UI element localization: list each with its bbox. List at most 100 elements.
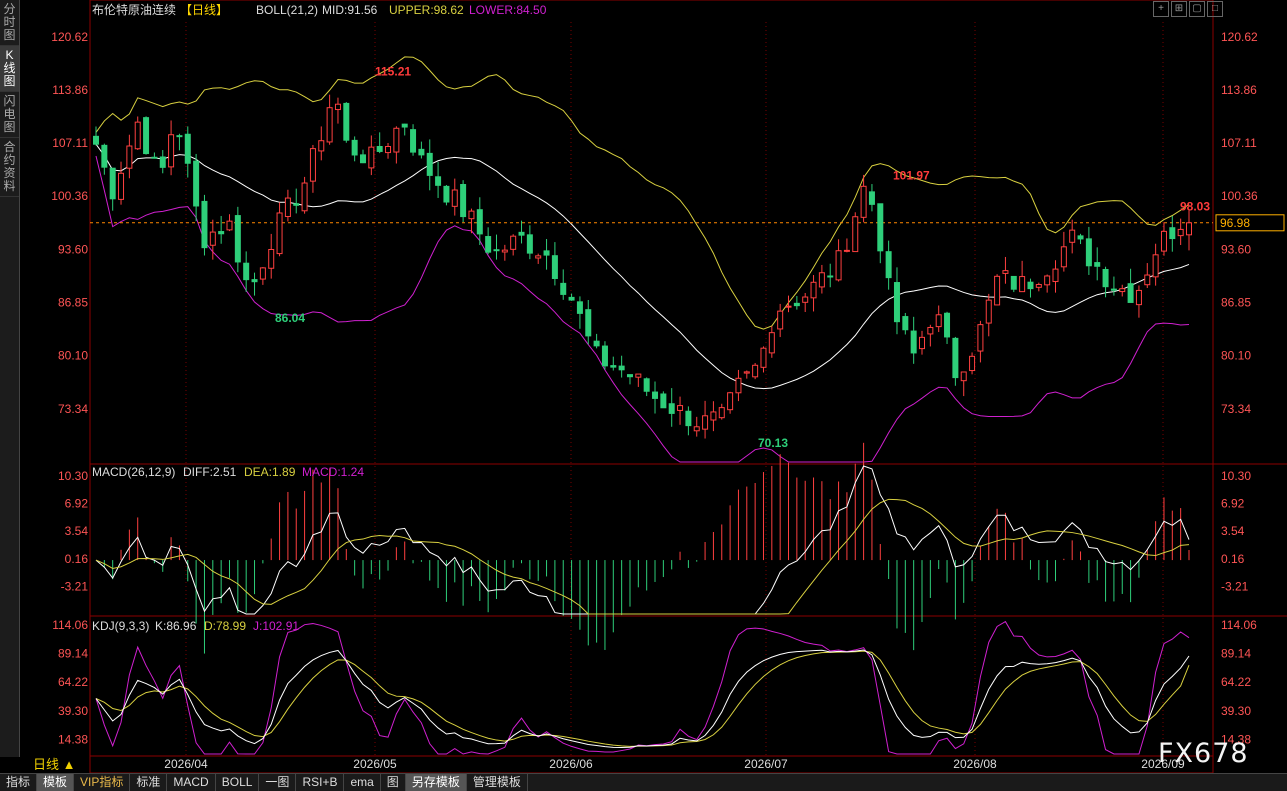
candle-body-14 — [209, 231, 216, 246]
candle-body-45 — [468, 210, 475, 220]
candle-body-49 — [501, 249, 508, 253]
candle-body-100 — [927, 326, 934, 335]
candle-body-81 — [768, 332, 775, 354]
macd-ytick-right-1: 6.92 — [1221, 496, 1245, 510]
candle-body-4 — [126, 145, 133, 169]
main-title-period: 【日线】 — [180, 3, 228, 17]
main-ytick-left-7: 73.34 — [58, 402, 88, 416]
candle-body-60 — [593, 340, 600, 347]
bottom-tab-11[interactable]: 管理模板 — [467, 774, 528, 791]
bottom-toolbar: 指标 模板 VIP指标 标准 MACD BOLL 一图 RSI+B ema 图另存模板 管理模板 — [0, 773, 1287, 791]
window-controls: + ⊞ ▢ □ — [1153, 1, 1223, 17]
candle-body-66 — [643, 378, 650, 392]
bottom-tab-8[interactable]: ema — [344, 774, 381, 791]
xtick-3: 2026/07 — [744, 757, 788, 771]
macd-ytick-left-3: 0.16 — [65, 552, 89, 566]
candle-body-5 — [134, 121, 141, 150]
chart-canvas: 96.98 115.21 86.04 101.97 70.13 98.03 120.62 1… — [51, 0, 1287, 773]
candle-body-53 — [535, 255, 542, 259]
candle-body-42 — [443, 185, 450, 203]
candle-body-114 — [1044, 275, 1051, 286]
xtick-1: 2026/05 — [353, 757, 397, 771]
candle-body-73 — [702, 415, 709, 430]
candle-body-33 — [368, 146, 375, 169]
main-ytick-left-5: 86.85 — [58, 296, 88, 310]
bottom-tab-10[interactable]: 另存模板 — [405, 774, 467, 791]
bottom-tab-1[interactable]: 模板 — [37, 774, 75, 791]
candle-body-8 — [159, 156, 166, 168]
candle-body-20 — [259, 267, 266, 280]
bottom-tab-5[interactable]: BOLL — [216, 774, 260, 791]
candle-body-63 — [618, 365, 625, 371]
candle-body-39 — [418, 148, 425, 156]
candle-body-21 — [268, 249, 275, 269]
candle-body-65 — [635, 373, 642, 378]
candle-body-87 — [818, 272, 825, 288]
candle-body-61 — [601, 345, 608, 367]
bottom-tab-2[interactable]: VIP指标 — [74, 774, 131, 791]
macd-ytick-right-3: 0.16 — [1221, 552, 1245, 566]
candle-body-91 — [852, 216, 859, 253]
candle-body-109 — [1002, 270, 1009, 274]
kdj-title: KDJ(9,3,3) — [92, 619, 149, 633]
candle-body-0 — [93, 135, 99, 145]
candle-body-124 — [1127, 283, 1134, 303]
window-control-3[interactable]: □ — [1207, 1, 1223, 17]
bottom-tab-4[interactable]: MACD — [167, 774, 216, 791]
candle-body-16 — [226, 220, 233, 231]
candle-body-127 — [1152, 254, 1159, 278]
candle-body-69 — [668, 403, 675, 414]
candle-body-57 — [568, 296, 575, 301]
macd-value: MACD:1.24 — [302, 465, 364, 479]
candle-body-92 — [860, 185, 867, 218]
bottom-tab-7[interactable]: RSI+B — [296, 774, 345, 791]
annotation-0: 115.21 — [375, 64, 411, 78]
candle-body-88 — [827, 275, 834, 278]
candle-body-103 — [952, 337, 959, 379]
candle-body-58 — [576, 301, 583, 314]
candle-body-115 — [1052, 268, 1059, 283]
main-ytick-left-2: 107.11 — [52, 136, 88, 150]
macd-ytick-left-0: 10.30 — [58, 469, 88, 483]
xtick-4: 2026/08 — [953, 757, 997, 771]
candle-body-76 — [727, 392, 734, 411]
macd-ytick-right-2: 3.54 — [1221, 524, 1245, 538]
candle-body-40 — [426, 152, 433, 176]
kdj-j: J:102.91 — [253, 619, 299, 633]
macd-dea-line — [95, 498, 1190, 615]
bottom-tab-3[interactable]: 标准 — [130, 774, 168, 791]
candle-body-30 — [343, 102, 350, 141]
bottom-tab-6[interactable]: 一图 — [259, 774, 297, 791]
period-selector[interactable]: 日线 ▲ — [19, 756, 103, 773]
candle-body-108 — [994, 275, 1001, 306]
boll-lower-line — [95, 155, 1190, 463]
candle-body-126 — [1144, 274, 1151, 286]
candle-body-3 — [118, 172, 125, 200]
bottom-tab-9[interactable]: 图 — [381, 774, 406, 791]
candle-body-52 — [526, 234, 533, 254]
bottom-tab-0[interactable]: 指标 — [0, 774, 38, 791]
main-ytick-right-3: 100.36 — [1221, 189, 1258, 203]
plot-frame — [89, 0, 1214, 773]
candle-body-106 — [977, 324, 984, 352]
candle-body-2 — [109, 167, 116, 200]
candle-body-51 — [518, 231, 525, 236]
kdj-k-line — [95, 649, 1190, 748]
window-control-1[interactable]: ⊞ — [1171, 1, 1187, 17]
candle-body-117 — [1069, 229, 1076, 243]
candle-body-22 — [276, 212, 283, 255]
candle-body-84 — [793, 302, 800, 307]
candle-body-27 — [318, 140, 325, 152]
annotation-4: 98.03 — [1180, 200, 1210, 214]
boll-lower: LOWER:84.50 — [469, 3, 547, 17]
candle-body-25 — [301, 182, 308, 212]
main-ytick-right-6: 80.10 — [1221, 349, 1251, 363]
macd-ytick-left-1: 6.92 — [65, 496, 89, 510]
window-control-2[interactable]: ▢ — [1189, 1, 1205, 17]
candle-body-62 — [610, 365, 617, 368]
candle-body-10 — [176, 135, 183, 138]
xtick-2: 2026/06 — [549, 757, 593, 771]
window-control-0[interactable]: + — [1153, 1, 1169, 17]
candle-body-97 — [902, 316, 909, 331]
candle-body-102 — [944, 312, 951, 338]
